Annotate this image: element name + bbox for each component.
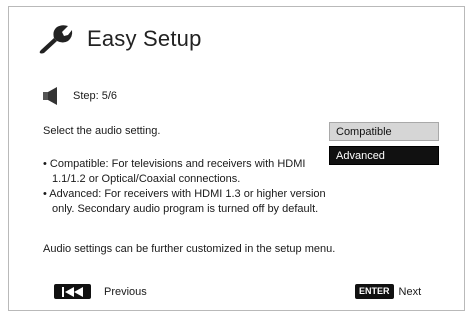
prompt-text: Select the audio setting. <box>43 125 161 137</box>
step-label: Step: 5/6 <box>73 90 118 102</box>
audio-options: Compatible Advanced <box>329 122 439 170</box>
option-advanced[interactable]: Advanced <box>329 146 439 165</box>
header: Easy Setup <box>37 23 202 55</box>
option-compatible[interactable]: Compatible <box>329 122 439 141</box>
wrench-icon <box>39 25 73 54</box>
previous-button[interactable]: Previous <box>54 284 147 299</box>
description-advanced: • Advanced: For receivers with HDMI 1.3 … <box>43 188 326 215</box>
page-title: Easy Setup <box>87 26 202 51</box>
previous-label: Previous <box>104 285 147 298</box>
description-compatible: • Compatible: For televisions and receiv… <box>43 158 306 185</box>
enter-key: ENTER <box>355 284 394 299</box>
customize-note: Audio settings can be further customized… <box>43 243 336 255</box>
next-label: Next <box>398 285 422 298</box>
skip-back-icon <box>54 284 91 299</box>
description: • Compatible: For televisions and receiv… <box>43 157 333 217</box>
step-indicator: Step: 5/6 <box>43 87 117 105</box>
next-button[interactable]: ENTER Next <box>355 284 421 299</box>
setup-panel: Easy Setup Step: 5/6 Select the audio se… <box>8 6 465 311</box>
speaker-icon <box>43 87 57 105</box>
